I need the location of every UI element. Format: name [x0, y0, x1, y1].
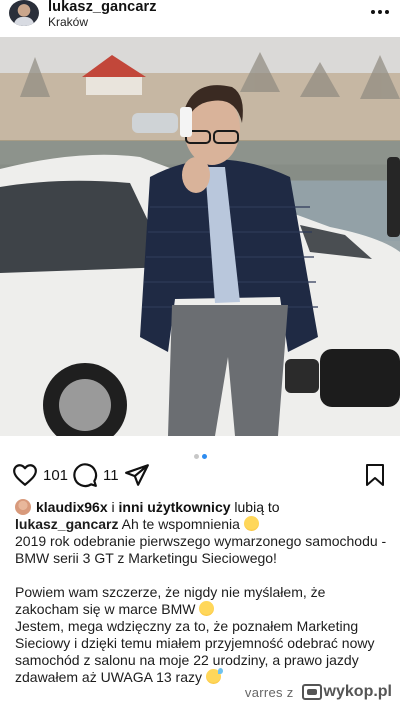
grin-emoji-icon — [199, 601, 215, 616]
sweat-smile-emoji-icon — [205, 668, 223, 684]
caption-line1: Ah te wspomnienia — [118, 516, 240, 532]
caption-paragraph-2: Powiem wam szczerze, że nigdy nie myślał… — [15, 584, 326, 617]
wykop-logo-icon — [301, 684, 322, 700]
send-icon — [125, 464, 149, 486]
carousel-indicator — [0, 446, 400, 459]
post-location[interactable]: Kraków — [48, 15, 88, 29]
save-button[interactable] — [365, 463, 385, 487]
wykop-watermark: varres z wykop.pl — [245, 682, 392, 702]
heart-icon — [13, 464, 37, 486]
liker-username[interactable]: klaudix96x — [36, 499, 108, 515]
liked-by: klaudix96x i inni użytkownicy lubią to — [15, 497, 280, 517]
bookmark-icon — [366, 464, 384, 486]
caption-paragraph-1: 2019 rok odebranie pierwszego wymarzoneg… — [15, 533, 387, 566]
carousel-dot-active — [201, 454, 207, 459]
post-photo[interactable] — [0, 37, 400, 436]
likes-suffix: lubią to — [230, 499, 280, 515]
caption-username[interactable]: lukasz_gancarz — [15, 516, 119, 532]
likes-connector: i — [107, 499, 119, 515]
like-button[interactable]: 101 — [12, 460, 68, 490]
post-actions: 101 11 — [0, 460, 400, 490]
others-link[interactable]: inni użytkownicy — [119, 499, 231, 515]
post-header: lukasz_gancarz Kraków — [0, 0, 400, 34]
liker-avatar[interactable] — [15, 499, 31, 515]
comment-button[interactable]: 11 — [72, 460, 119, 490]
watermark-author: varres z — [244, 684, 294, 700]
likes-count: 101 — [43, 466, 69, 484]
smile-emoji-icon — [243, 516, 259, 531]
carousel-dot — [193, 454, 199, 459]
post-caption: lukasz_gancarz Ah te wspomnienia 2019 ro… — [15, 516, 390, 686]
watermark-site: wykop.pl — [323, 683, 392, 700]
share-button[interactable] — [124, 460, 150, 490]
avatar[interactable] — [9, 0, 39, 26]
caption-paragraph-3: Jestem, mega wdzięczny za to, że poznałe… — [15, 618, 375, 685]
photo-scene — [0, 52, 400, 436]
comment-icon — [73, 463, 98, 488]
comments-count: 11 — [103, 466, 119, 484]
post-username[interactable]: lukasz_gancarz — [48, 0, 157, 15]
more-options-icon[interactable] — [370, 8, 390, 16]
